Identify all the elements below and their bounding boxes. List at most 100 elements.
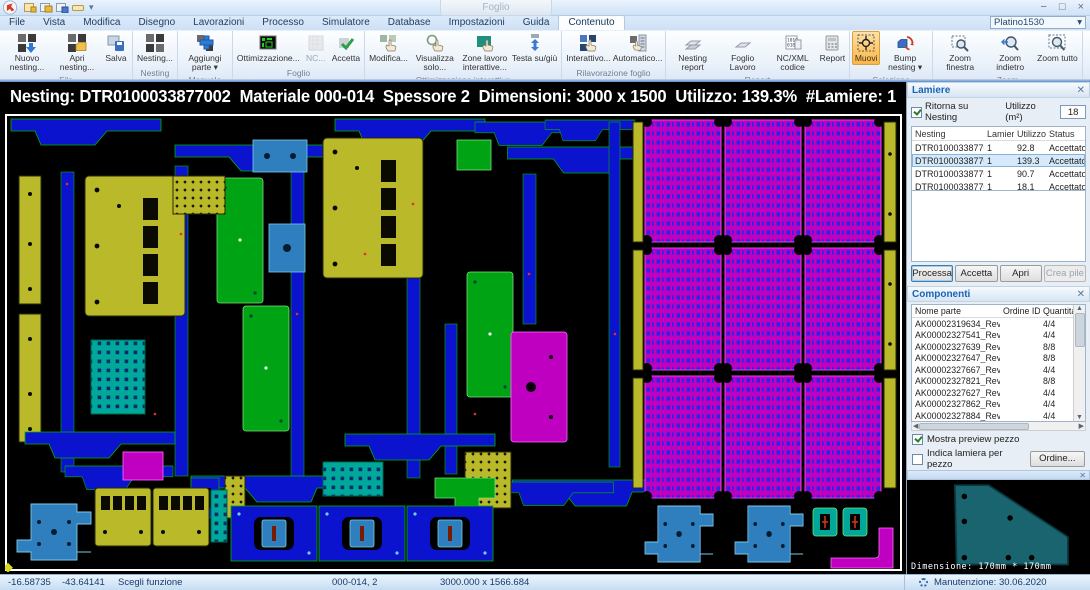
- col-ordine-id[interactable]: Ordine ID: [1000, 306, 1040, 316]
- optimization-button[interactable]: Ottimizzazione...: [235, 31, 302, 65]
- list-item[interactable]: AK00002327627_Rev.A4/4: [912, 387, 1085, 399]
- tab-processo[interactable]: Processo: [253, 16, 313, 30]
- scroll-down-icon[interactable]: ▼: [1076, 414, 1083, 421]
- scroll-left-icon[interactable]: ◀: [913, 422, 918, 430]
- col-utilizzo[interactable]: Utilizzo...: [1014, 129, 1046, 139]
- accept-button[interactable]: Accetta: [330, 31, 362, 65]
- scroll-thumb[interactable]: [1075, 313, 1085, 347]
- nesting-canvas[interactable]: Nesting: DTR0100033877002 Materiale 000-…: [0, 82, 906, 574]
- machine-selector[interactable]: Platino1530 ▾: [990, 16, 1086, 29]
- zoom-all-button[interactable]: Zoom tutto: [1035, 31, 1080, 65]
- close-button[interactable]: ×: [1078, 1, 1084, 14]
- worksheet-button[interactable]: Foglio Lavoro: [718, 31, 768, 74]
- tab-database[interactable]: Database: [379, 16, 440, 30]
- minimize-button[interactable]: −: [1040, 1, 1046, 14]
- accetta-button[interactable]: Accetta: [955, 265, 997, 282]
- ribbon-group-nesting: Nesting... Nesting: [133, 31, 178, 79]
- mostra-preview-checkbox[interactable]: [912, 434, 923, 445]
- col-status[interactable]: Status: [1046, 129, 1085, 139]
- title-bar: ▾ Foglio − □ ×: [0, 0, 1090, 16]
- table-row[interactable]: DTR0100033877003 1 90.7 Accettato: [912, 167, 1085, 180]
- scroll-thumb[interactable]: [919, 423, 1029, 430]
- tab-file[interactable]: File: [0, 16, 34, 30]
- close-icon[interactable]: ✕: [1077, 85, 1085, 96]
- add-part-button[interactable]: Aggiungi parte ▾: [180, 31, 230, 74]
- move-crosshair-icon: [856, 33, 876, 53]
- qat-copy-icon[interactable]: [40, 2, 53, 13]
- qat-new-icon[interactable]: [24, 2, 37, 13]
- nc-xml-button[interactable]: 10100101 NC/XML codice: [768, 31, 818, 74]
- table-row[interactable]: DTR0100033877004 1 18.1 Accettato: [912, 180, 1085, 191]
- utilizzo-label: Utilizzo (m²): [1005, 101, 1055, 123]
- list-item[interactable]: AK00002327667_Rev.B4/4: [912, 364, 1085, 376]
- new-nesting-button[interactable]: Nuovo nesting...: [2, 31, 52, 74]
- close-icon[interactable]: ✕: [1079, 471, 1086, 480]
- tab-impostazioni[interactable]: Impostazioni: [440, 16, 514, 30]
- bump-nesting-button[interactable]: Bump nesting ▾: [880, 31, 930, 74]
- tab-guida[interactable]: Guida: [514, 16, 559, 30]
- move-button[interactable]: Muovi: [852, 31, 880, 65]
- utilizzo-value[interactable]: 18: [1060, 105, 1086, 119]
- zoom-back-button[interactable]: Zoom indietro: [985, 31, 1035, 74]
- vertical-scrollbar[interactable]: ▲ ▼: [1073, 305, 1085, 421]
- save-button[interactable]: Salva: [102, 31, 130, 65]
- nc-button[interactable]: NC...: [302, 31, 330, 65]
- ritorna-su-nesting-checkbox[interactable]: [911, 107, 922, 118]
- col-nesting[interactable]: Nesting: [912, 129, 984, 139]
- list-item[interactable]: AK00002327639_Rev.A8/8: [912, 341, 1085, 353]
- tab-modifica[interactable]: Modifica: [74, 16, 129, 30]
- list-item[interactable]: AK00002327862_Rev.A4/4: [912, 399, 1085, 411]
- automatic-icon: [628, 33, 648, 53]
- status-bar: -16.58735 -43.64141 Scegli funzione 000-…: [0, 574, 1090, 590]
- apri-button[interactable]: Apri: [1000, 265, 1042, 282]
- horizontal-scrollbar[interactable]: ◀ ▶: [911, 422, 1086, 431]
- work-zones-button[interactable]: Zone lavoro interattive...: [460, 31, 510, 74]
- col-lamiere[interactable]: Lamiere: [984, 129, 1014, 139]
- lamiere-panel-title: Lamiere: [912, 85, 950, 96]
- tab-lavorazioni[interactable]: Lavorazioni: [184, 16, 253, 30]
- componenti-table-header[interactable]: Nome parte Ordine ID Quantità/Ord: [912, 305, 1085, 318]
- sheet-size-indicator: 3000.000 x 1566.684: [440, 577, 529, 588]
- tab-disegno[interactable]: Disegno: [129, 16, 184, 30]
- tab-contenuto[interactable]: Contenuto: [558, 15, 624, 30]
- preview-panel: ✕ Dimensione: 170mm * 170mm: [907, 470, 1090, 574]
- indica-lamiera-label: Indica lamiera per pezzo: [927, 448, 1026, 470]
- qat-nc-icon[interactable]: [72, 3, 84, 12]
- qat-customize-icon[interactable]: ▾: [89, 2, 94, 13]
- zoom-all-icon: [1047, 33, 1067, 53]
- table-row-selected[interactable]: DTR0100033877002 1 139.3 Accettato: [912, 154, 1085, 167]
- list-item[interactable]: AK00002319634_Rev.A4/4: [912, 318, 1085, 330]
- qat-save-icon[interactable]: [56, 2, 69, 13]
- head-updown-button[interactable]: Testa su/giù: [510, 31, 559, 65]
- crea-pile-button[interactable]: Crea pile: [1044, 265, 1086, 282]
- list-item[interactable]: AK00002327821_Rev.A8/8: [912, 376, 1085, 388]
- maintenance-date: Manutenzione: 30.06.2020: [934, 577, 1047, 588]
- nesting-report-button[interactable]: Nesting report: [668, 31, 718, 74]
- processa-button[interactable]: Processa: [911, 265, 953, 282]
- table-row[interactable]: DTR0100033877001 1 92.8 Accettato: [912, 141, 1085, 154]
- tab-simulatore[interactable]: Simulatore: [313, 16, 379, 30]
- maximize-button[interactable]: □: [1059, 1, 1066, 14]
- list-item[interactable]: AK00002327541_Rev.A4/4: [912, 330, 1085, 342]
- edit-button[interactable]: Modifica...: [367, 31, 410, 65]
- tab-vista[interactable]: Vista: [34, 16, 74, 30]
- close-icon[interactable]: ✕: [1077, 289, 1085, 300]
- report-button[interactable]: Report: [818, 31, 848, 65]
- col-nome-parte[interactable]: Nome parte: [912, 306, 1000, 316]
- edit-hand-icon: [378, 33, 398, 53]
- list-item[interactable]: AK00002327884_Rev.A4/4: [912, 410, 1085, 422]
- app-logo-icon[interactable]: [2, 0, 18, 15]
- lamiere-table-header[interactable]: Nesting Lamiere Utilizzo... Status: [912, 127, 1085, 141]
- ordine-button[interactable]: Ordine...: [1030, 451, 1085, 467]
- open-nesting-button[interactable]: Apri nesting...: [52, 31, 102, 74]
- automatic-button[interactable]: Automatico...: [613, 31, 663, 65]
- nesting-sheet-drawing[interactable]: [5, 114, 902, 572]
- indica-lamiera-checkbox[interactable]: [912, 454, 923, 465]
- view-only-button[interactable]: Visualizza solo...: [410, 31, 460, 74]
- interactive-button[interactable]: Interattivo...: [564, 31, 612, 65]
- scroll-up-icon[interactable]: ▲: [1076, 305, 1083, 312]
- zoom-window-button[interactable]: Zoom finestra: [935, 31, 985, 74]
- nesting-button[interactable]: Nesting...: [135, 31, 175, 65]
- scroll-right-icon[interactable]: ▶: [1079, 422, 1084, 430]
- list-item[interactable]: AK00002327647_Rev.C8/8: [912, 353, 1085, 365]
